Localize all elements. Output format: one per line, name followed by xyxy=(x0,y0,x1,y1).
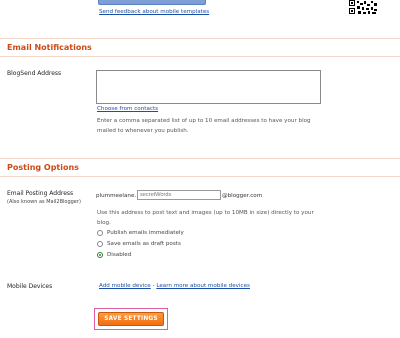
save-settings-button[interactable]: SAVE SETTINGS xyxy=(98,312,164,326)
section-divider xyxy=(0,176,400,177)
choose-from-contacts-link[interactable]: Choose from contacts xyxy=(97,106,158,112)
posting-address-suffix: @blogger.com xyxy=(222,193,263,199)
mail2blogger-sublabel: (Also known as Mail2Blogger) xyxy=(7,199,81,205)
radio-button[interactable] xyxy=(97,230,103,236)
qr-code-icon xyxy=(348,0,378,15)
mobile-devices-links: Add mobile device - Learn more about mob… xyxy=(99,283,250,289)
blogsend-address-label: BlogSend Address xyxy=(7,70,62,77)
radio-publish-immediately[interactable]: Publish emails immediately xyxy=(97,230,184,236)
section-divider xyxy=(0,56,400,57)
email-posting-address-label: Email Posting Address xyxy=(7,190,74,197)
radio-disabled[interactable]: Disabled xyxy=(97,252,131,258)
section-divider xyxy=(0,38,400,39)
email-notifications-title: Email Notifications xyxy=(7,43,92,52)
radio-label: Save emails as draft posts xyxy=(107,241,181,247)
posting-help-text: Use this address to post text and images… xyxy=(97,210,314,226)
blogsend-help-text: Enter a comma separated list of up to 10… xyxy=(97,118,311,134)
cropped-top-button[interactable] xyxy=(98,0,206,5)
mobile-devices-label: Mobile Devices xyxy=(7,283,53,290)
posting-options-title: Posting Options xyxy=(7,163,79,172)
blogsend-address-textarea[interactable] xyxy=(96,70,321,104)
secret-words-input[interactable] xyxy=(137,190,221,200)
radio-save-as-draft[interactable]: Save emails as draft posts xyxy=(97,241,181,247)
radio-label: Disabled xyxy=(107,252,132,258)
posting-address-prefix: plummeelane. xyxy=(96,193,137,199)
add-mobile-device-link[interactable]: Add mobile device xyxy=(99,283,151,289)
radio-label: Publish emails immediately xyxy=(107,230,184,236)
send-feedback-link[interactable]: Send feedback about mobile templates xyxy=(99,9,209,15)
radio-button-selected[interactable] xyxy=(97,252,103,258)
radio-button[interactable] xyxy=(97,241,103,247)
section-divider xyxy=(0,158,400,159)
learn-more-mobile-devices-link[interactable]: Learn more about mobile devices xyxy=(156,283,250,289)
